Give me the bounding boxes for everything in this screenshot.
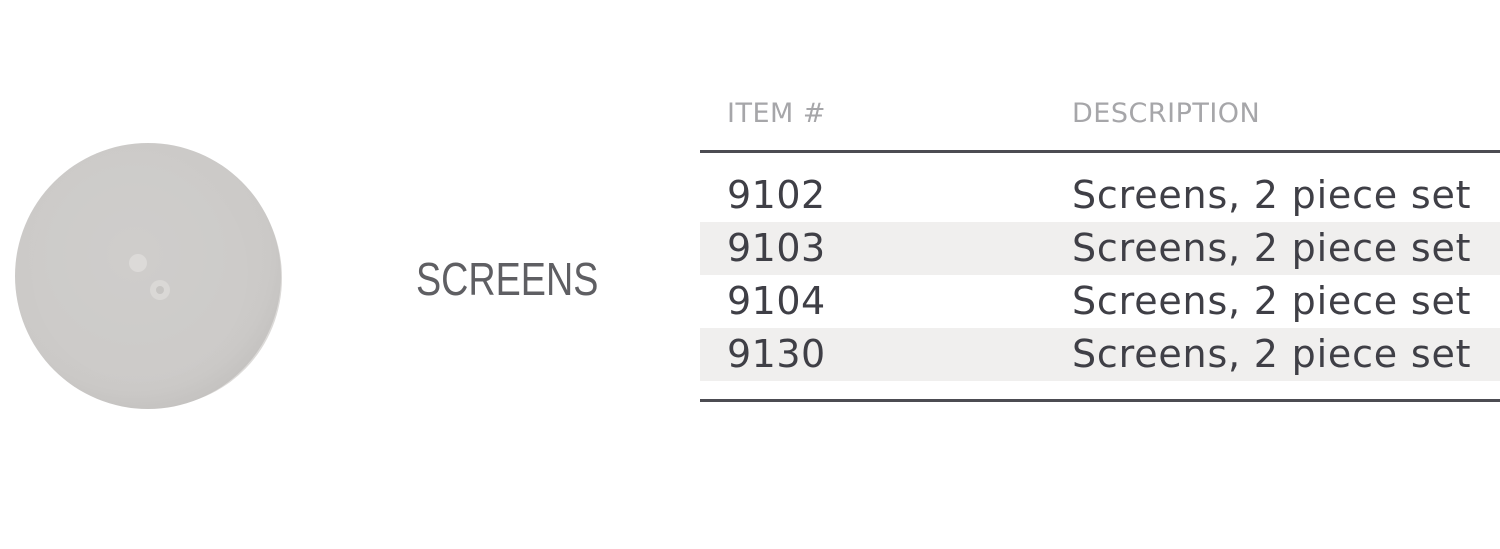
screen-disc-icon: [15, 143, 282, 409]
table-header: ITEM # DESCRIPTION: [700, 98, 1500, 150]
table-row: 9102 Screens, 2 piece set: [700, 169, 1500, 222]
table-row: 9103 Screens, 2 piece set: [700, 222, 1500, 275]
item-description: Screens, 2 piece set: [1072, 279, 1472, 323]
product-name: SCREENS: [416, 253, 599, 305]
item-number: 9104: [727, 279, 826, 323]
item-description: Screens, 2 piece set: [1072, 226, 1472, 270]
table-row: 9104 Screens, 2 piece set: [700, 275, 1500, 328]
table-body: 9102 Screens, 2 piece set 9103 Screens, …: [700, 153, 1500, 399]
item-description: Screens, 2 piece set: [1072, 332, 1472, 376]
item-number: 9102: [727, 173, 826, 217]
table-row: 9130 Screens, 2 piece set: [700, 328, 1500, 381]
item-description: Screens, 2 piece set: [1072, 173, 1472, 217]
product-image: [12, 140, 287, 412]
item-number: 9130: [727, 332, 826, 376]
table-bottom-divider: [700, 399, 1500, 402]
header-item-number: ITEM #: [727, 98, 827, 129]
product-table: ITEM # DESCRIPTION 9102 Screens, 2 piece…: [700, 98, 1500, 402]
header-description: DESCRIPTION: [1072, 98, 1261, 129]
item-number: 9103: [727, 226, 826, 270]
